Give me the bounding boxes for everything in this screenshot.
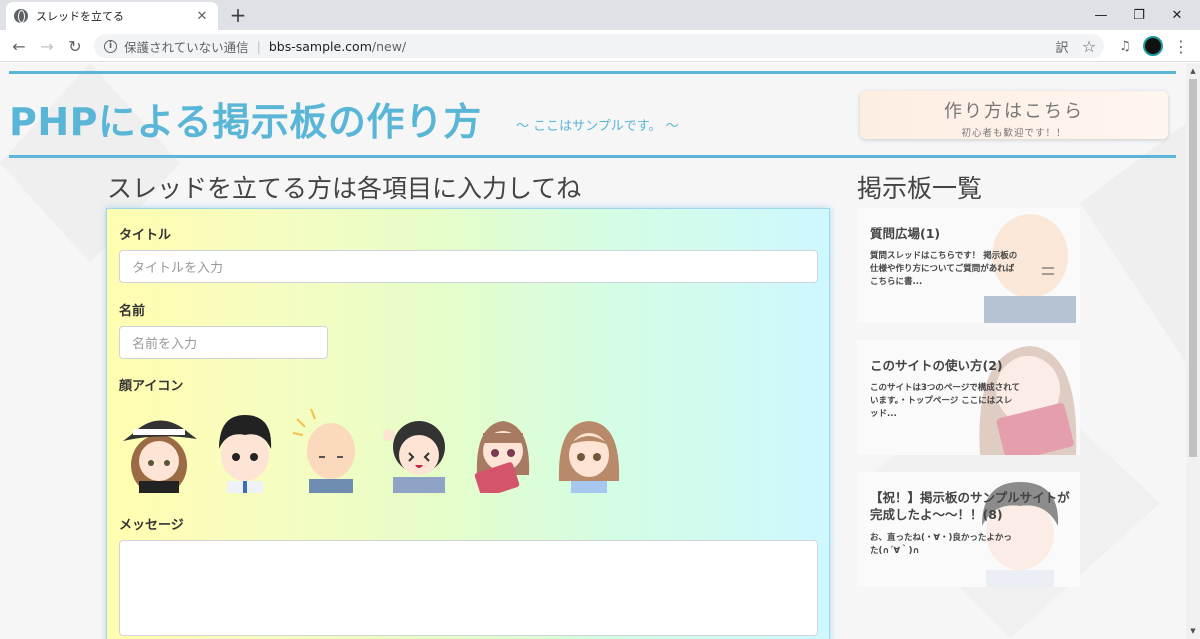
address-bar[interactable]: i 保護されていない通信 | bbs-sample.com/new/ bbox=[94, 34, 1104, 58]
board-title: 質問広場(1) bbox=[870, 226, 941, 241]
message-label: メッセージ bbox=[119, 518, 184, 533]
site-title[interactable]: PHPによる掲示板の作り方 bbox=[9, 91, 482, 146]
howto-button[interactable]: 作り方はこちら 初心者も歓迎です！！ bbox=[860, 91, 1168, 139]
window-close-button[interactable]: ✕ bbox=[1154, 0, 1200, 30]
scroll-up-icon[interactable]: ▲ bbox=[1186, 64, 1200, 78]
title-label: タイトル bbox=[119, 228, 172, 243]
board-excerpt: 質問スレッドはこちらです！ 掲示板の仕様や作り方についてご質問があればこちらに書… bbox=[870, 251, 1018, 287]
site-subtitle: ～ ここはサンプルです。 ～ bbox=[516, 119, 679, 134]
board-item[interactable]: このサイトの使い方(2) このサイトは3つのページで構成されています。・トップペ… bbox=[857, 340, 1080, 455]
hat-girl-face-icon[interactable] bbox=[119, 405, 199, 495]
browser-tab[interactable]: スレッドを立てる ✕ bbox=[6, 2, 218, 30]
bald-man-face-icon[interactable] bbox=[291, 405, 371, 493]
scroll-thumb[interactable] bbox=[1189, 79, 1197, 457]
tab-title: スレッドを立てる bbox=[36, 10, 124, 23]
profile-avatar[interactable] bbox=[1143, 36, 1163, 56]
back-button[interactable]: ← bbox=[8, 35, 30, 57]
board-excerpt: このサイトは3つのページで構成されています。・トップページ ここにはスレッド..… bbox=[870, 383, 1020, 419]
media-control-icon[interactable]: ♫ bbox=[1116, 37, 1134, 55]
name-label: 名前 bbox=[119, 304, 146, 319]
title-input[interactable]: タイトルを入力 bbox=[119, 250, 818, 283]
smiling-girl-face-icon[interactable] bbox=[549, 405, 629, 493]
howto-subtitle: 初心者も歓迎です！！ bbox=[961, 128, 1067, 139]
browser-toolbar: ← → ↻ i 保護されていない通信 | bbs-sample.com/new/… bbox=[0, 30, 1200, 62]
page-scrollbar[interactable]: ▲ ▼ bbox=[1186, 63, 1200, 639]
scroll-down-icon[interactable]: ▼ bbox=[1186, 624, 1200, 638]
board-excerpt: お、直ったね(・∀・)良かったよかった(∩´∀｀)∩ bbox=[870, 533, 1012, 556]
board-title: 【祝！】掲示板のサンプルサイトが完成したよ～～！！(8) bbox=[870, 490, 1070, 522]
tab-strip: スレッドを立てる ✕ + — ❐ ✕ bbox=[0, 0, 1200, 30]
new-thread-form: タイトル タイトルを入力 名前 名前を入力 顔アイコン メッセージ bbox=[106, 208, 830, 639]
page-viewport: PHPによる掲示板の作り方 ～ ここはサンプルです。 ～ 作り方はこちら 初心者… bbox=[0, 63, 1186, 639]
menu-icon[interactable]: ⋮ bbox=[1172, 37, 1190, 56]
howto-title: 作り方はこちら bbox=[944, 101, 1084, 122]
reload-button[interactable]: ↻ bbox=[64, 35, 86, 57]
address-separator: | bbox=[256, 38, 261, 54]
tab-close-icon[interactable]: ✕ bbox=[194, 9, 210, 24]
board-list-heading: 掲示板一覧 bbox=[857, 174, 983, 203]
security-label: 保護されていない通信 bbox=[124, 39, 249, 55]
globe-icon bbox=[14, 9, 28, 23]
form-heading: スレッドを立てる方は各項目に入力してね bbox=[107, 174, 582, 203]
laughing-girl-face-icon[interactable] bbox=[377, 405, 457, 493]
info-icon[interactable]: i bbox=[104, 39, 117, 53]
book-girl-face-icon[interactable] bbox=[463, 405, 543, 498]
board-item[interactable]: 【祝！】掲示板のサンプルサイトが完成したよ～～！！(8) お、直ったね(・∀・)… bbox=[857, 472, 1080, 587]
url-host: bbs-sample.com bbox=[268, 38, 372, 54]
name-input[interactable]: 名前を入力 bbox=[119, 326, 328, 359]
bookmark-star-icon[interactable]: ☆ bbox=[1080, 37, 1098, 56]
icon-label: 顔アイコン bbox=[119, 379, 184, 394]
translate-icon[interactable]: 訳 bbox=[1053, 37, 1071, 56]
header-top-rule bbox=[9, 71, 1176, 74]
face-icon-picker bbox=[119, 405, 629, 498]
new-tab-button[interactable]: + bbox=[228, 3, 248, 27]
board-item[interactable]: 質問広場(1) 質問スレッドはこちらです！ 掲示板の仕様や作り方についてご質問が… bbox=[857, 208, 1080, 323]
header-bottom-rule bbox=[9, 155, 1176, 158]
board-title: このサイトの使い方(2) bbox=[870, 358, 1003, 373]
boy-face-icon[interactable] bbox=[205, 405, 285, 493]
message-textarea[interactable] bbox=[119, 540, 818, 636]
url-path: /new/ bbox=[371, 38, 407, 54]
forward-button[interactable]: → bbox=[36, 35, 58, 57]
